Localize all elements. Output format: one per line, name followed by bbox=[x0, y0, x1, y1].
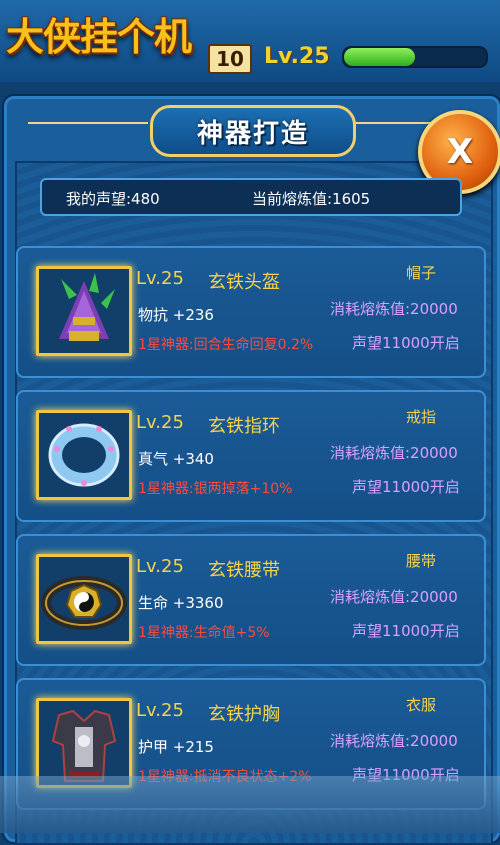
item-level: Lv.25 bbox=[136, 268, 184, 289]
item-slot: 戒指 bbox=[406, 408, 437, 426]
item-cost: 消耗熔炼值:20000 bbox=[330, 588, 458, 606]
bottom-overlay bbox=[0, 776, 500, 833]
item-bonus: 1星神器:生命值+5% bbox=[138, 625, 270, 641]
item-level: Lv.25 bbox=[136, 412, 184, 433]
panel-title: 神器打造 bbox=[196, 118, 309, 149]
item-cost: 消耗熔炼值:20000 bbox=[330, 732, 458, 750]
helmet-icon bbox=[36, 266, 132, 356]
logo-badge: 10 bbox=[208, 44, 252, 74]
item-name: 玄铁头盔 bbox=[208, 272, 280, 293]
game-logo: 大侠挂个机 bbox=[6, 15, 192, 59]
title-ornament-left bbox=[28, 122, 148, 124]
player-level: Lv.25 bbox=[264, 44, 330, 69]
item-name: 玄铁腰带 bbox=[208, 560, 280, 581]
item-unlock: 声望11000开启 bbox=[352, 622, 460, 640]
item-cost: 消耗熔炼值:20000 bbox=[330, 300, 458, 318]
forge-item-belt[interactable]: Lv.25 玄铁腰带 腰带 生命 +3360 消耗熔炼值:20000 1星神器:… bbox=[16, 534, 486, 666]
item-slot: 腰带 bbox=[406, 552, 437, 570]
item-attribute: 物抗 +236 bbox=[138, 306, 214, 324]
item-unlock: 声望11000开启 bbox=[352, 334, 460, 352]
item-unlock: 声望11000开启 bbox=[352, 478, 460, 496]
item-attribute: 真气 +340 bbox=[138, 450, 214, 468]
item-level: Lv.25 bbox=[136, 700, 184, 721]
top-bar: 大侠挂个机 10 Lv.25 bbox=[0, 0, 500, 82]
forge-item-helmet[interactable]: Lv.25 玄铁头盔 帽子 物抗 +236 消耗熔炼值:20000 1星神器:回… bbox=[16, 246, 486, 378]
ring-icon bbox=[36, 410, 132, 500]
item-name: 玄铁指环 bbox=[208, 416, 280, 437]
reputation-stat: 我的声望:480 bbox=[66, 190, 160, 208]
item-bonus: 1星神器:银两掉落+10% bbox=[138, 481, 293, 497]
forge-item-ring[interactable]: Lv.25 玄铁指环 戒指 真气 +340 消耗熔炼值:20000 1星神器:银… bbox=[16, 390, 486, 522]
item-bonus: 1星神器:回合生命回复0.2% bbox=[138, 337, 314, 353]
belt-icon bbox=[36, 554, 132, 644]
panel-title-banner: 神器打造 bbox=[150, 105, 356, 157]
close-icon: X bbox=[446, 132, 474, 172]
item-cost: 消耗熔炼值:20000 bbox=[330, 444, 458, 462]
smelt-value-stat: 当前熔炼值:1605 bbox=[252, 190, 371, 208]
armor-icon bbox=[36, 698, 132, 788]
item-attribute: 生命 +3360 bbox=[138, 594, 224, 612]
item-level: Lv.25 bbox=[136, 556, 184, 577]
item-slot: 衣服 bbox=[406, 696, 437, 714]
experience-fill bbox=[344, 48, 415, 66]
item-name: 玄铁护胸 bbox=[208, 704, 280, 725]
experience-bar bbox=[342, 46, 488, 68]
item-attribute: 护甲 +215 bbox=[138, 738, 214, 756]
item-slot: 帽子 bbox=[406, 264, 437, 282]
stats-bar: 我的声望:480 当前熔炼值:1605 bbox=[40, 178, 462, 216]
